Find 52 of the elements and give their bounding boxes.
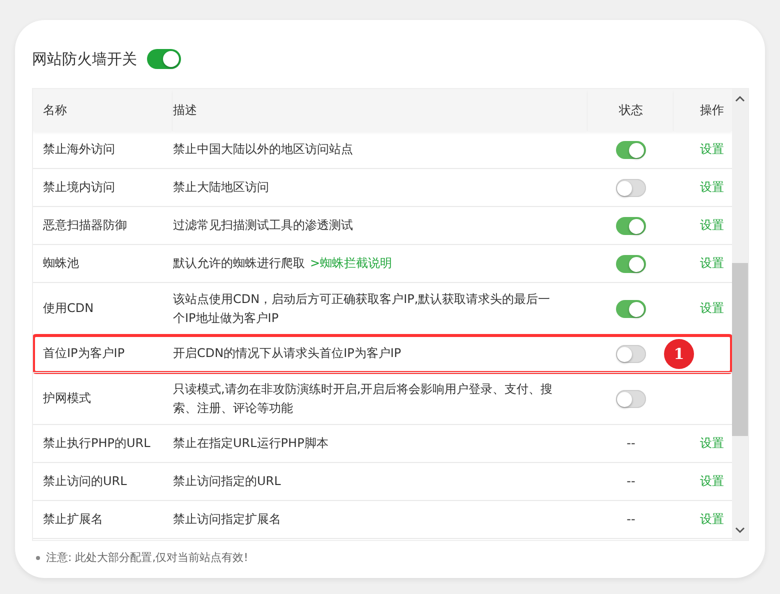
rule-toggle[interactable] bbox=[616, 140, 646, 158]
status-text: -- bbox=[626, 473, 636, 490]
status-text: -- bbox=[626, 511, 636, 528]
rule-description: 禁止中国大陆以外的地区访问站点 bbox=[173, 141, 354, 158]
column-header: 操作 bbox=[674, 89, 732, 131]
rule-name: 使用CDN bbox=[43, 300, 94, 317]
panel-title: 网站防火墙开关 bbox=[32, 50, 137, 68]
column-header: 描述 bbox=[173, 89, 588, 131]
rule-description: 只读模式,请勿在非攻防演练时开启,开启后将会影响用户登录、支付、搜索、注册、评论等功能 bbox=[173, 380, 554, 416]
settings-link[interactable]: 设置 bbox=[700, 434, 724, 453]
rule-description: 禁止访问指定扩展名 bbox=[173, 511, 282, 528]
chevron-down-icon[interactable] bbox=[735, 526, 745, 534]
rule-name: 护网模式 bbox=[43, 390, 91, 407]
settings-link[interactable]: 设置 bbox=[700, 254, 724, 273]
help-link[interactable]: >蜘蛛拦截说明 bbox=[310, 256, 392, 270]
rule-toggle[interactable] bbox=[616, 390, 646, 408]
rule-name: 禁止扩展名 bbox=[43, 511, 103, 528]
rule-toggle[interactable] bbox=[616, 178, 646, 196]
firewall-toggle[interactable] bbox=[147, 49, 181, 69]
status-text: -- bbox=[626, 435, 636, 452]
chevron-up-icon[interactable] bbox=[735, 95, 745, 103]
rule-name: 禁止执行PHP的URL bbox=[43, 435, 150, 452]
rule-description: 禁止在指定URL运行PHP脚本 bbox=[173, 435, 330, 452]
rule-name: 恶意扫描器防御 bbox=[43, 217, 127, 234]
column-header: 名称 bbox=[33, 89, 173, 131]
column-header: 状态 bbox=[588, 89, 674, 131]
step-badge: 1 bbox=[664, 339, 694, 369]
rule-name: 首位IP为客户IP bbox=[43, 345, 125, 362]
rule-description: 过滤常见扫描测试工具的渗透测试 bbox=[173, 217, 354, 234]
scrollbar-thumb[interactable] bbox=[732, 263, 748, 436]
rule-description: 禁止大陆地区访问 bbox=[173, 179, 270, 196]
rule-name: 蜘蛛池 bbox=[43, 255, 79, 272]
settings-link[interactable]: 设置 bbox=[700, 216, 724, 235]
rule-description: 该站点使用CDN，启动后方可正确获取客户IP,默认获取请求头的最后一个IP地址做为客户IP bbox=[173, 290, 552, 326]
rule-description: 开启CDN的情况下从请求头首位IP为客户IP bbox=[173, 345, 402, 362]
rule-description: 禁止访问指定的URL bbox=[173, 473, 282, 490]
settings-link[interactable]: 设置 bbox=[700, 140, 724, 159]
rule-name: 禁止海外访问 bbox=[43, 141, 115, 158]
bullet-icon bbox=[36, 556, 40, 560]
scrollbar[interactable] bbox=[732, 89, 748, 540]
rule-name: 禁止访问的URL bbox=[43, 473, 127, 490]
rule-toggle[interactable] bbox=[616, 344, 646, 362]
rule-toggle[interactable] bbox=[616, 254, 646, 272]
rule-toggle[interactable] bbox=[616, 216, 646, 234]
rule-description: 默认允许的蜘蛛进行爬取 >蜘蛛拦截说明 bbox=[173, 255, 394, 272]
settings-link[interactable]: 设置 bbox=[700, 299, 724, 318]
settings-link[interactable]: 设置 bbox=[700, 510, 724, 529]
rule-name: 禁止境内访问 bbox=[43, 179, 115, 196]
settings-link[interactable]: 设置 bbox=[700, 178, 724, 197]
rule-toggle[interactable] bbox=[616, 300, 646, 318]
note-text: 注意: 此处大部分配置,仅对当前站点有效! bbox=[46, 550, 248, 565]
settings-link[interactable]: 设置 bbox=[700, 472, 724, 491]
